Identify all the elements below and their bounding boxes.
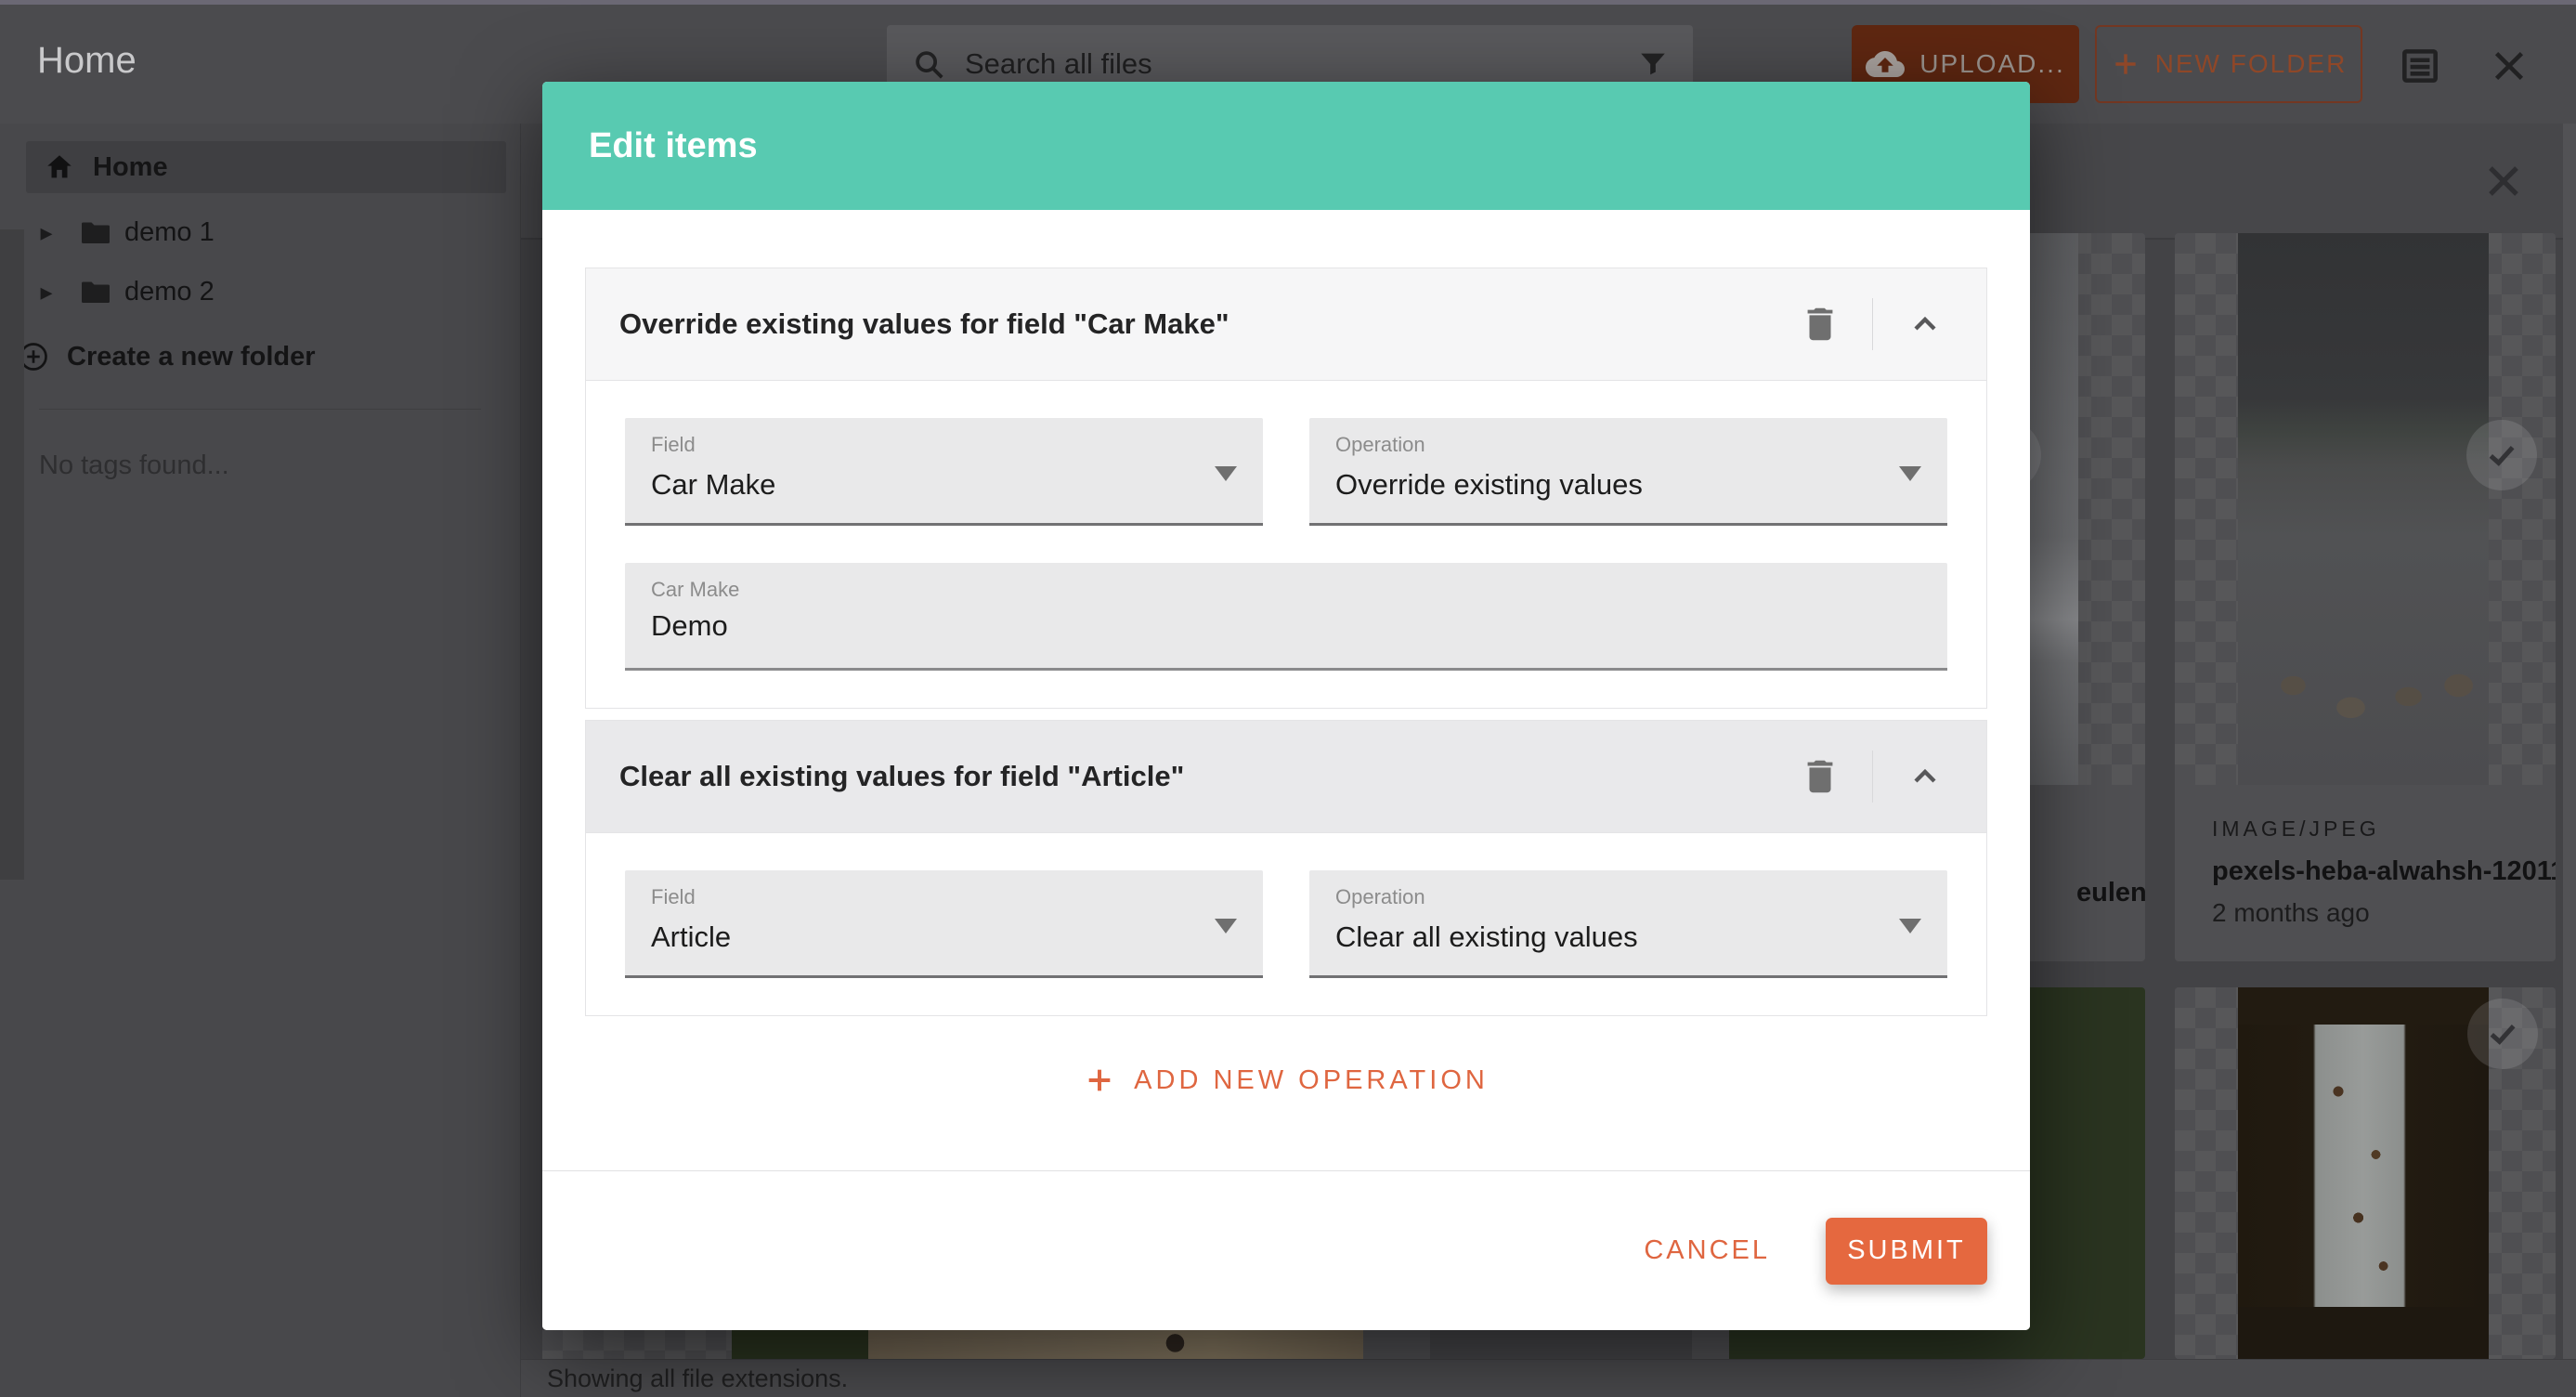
thumbnail-sliver: [1729, 1330, 2030, 1359]
check-badge[interactable]: [2466, 420, 2537, 490]
file-name: pexels-heba-alwahsh-120119...: [2212, 856, 2518, 887]
add-operation-button[interactable]: ADD NEW OPERATION: [1084, 1064, 1489, 1096]
file-type: IMAGE/JPEG: [2212, 816, 2518, 842]
sidebar-item-label: Home: [93, 152, 168, 183]
create-folder-button[interactable]: Create a new folder: [0, 331, 520, 383]
thumbnail-sliver: [542, 1330, 732, 1359]
select-label: Field: [651, 433, 1237, 457]
vertical-divider: [1872, 298, 1873, 350]
field-label: Car Make: [651, 578, 1921, 602]
thumbnail-sliver: [732, 1330, 868, 1359]
select-value: Override existing values: [1335, 468, 1921, 502]
select-label: Field: [651, 885, 1237, 909]
sidebar-divider: [39, 409, 481, 410]
upload-label: UPLOAD...: [1919, 49, 2064, 79]
dialog-header: Edit items: [542, 82, 2030, 210]
disclosure-triangle-icon[interactable]: ▸: [26, 218, 67, 247]
operation-card: Override existing values for field "Car …: [585, 268, 1987, 709]
operation-card: Clear all existing values for field "Art…: [585, 720, 1987, 1016]
sidebar-item-home[interactable]: Home: [26, 141, 506, 193]
caret-down-icon: [1215, 919, 1237, 934]
file-card[interactable]: [2175, 987, 2556, 1359]
list-view-button[interactable]: [2392, 38, 2448, 94]
edit-items-dialog: Edit items Override existing values for …: [542, 82, 2030, 1330]
status-bar: Showing all file extensions.: [521, 1359, 2576, 1397]
search-input[interactable]: [965, 47, 1619, 81]
operation-title: Override existing values for field "Car …: [619, 307, 1792, 341]
sidebar: Home ▸ demo 1 ▸ demo 2: [0, 124, 521, 1397]
operation-card-header[interactable]: Clear all existing values for field "Art…: [585, 720, 1987, 833]
add-operation-label: ADD NEW OPERATION: [1134, 1065, 1489, 1096]
home-icon: [26, 151, 93, 183]
value-input[interactable]: [651, 609, 1921, 643]
list-view-icon: [2397, 43, 2443, 89]
select-label: Operation: [1335, 433, 1921, 457]
new-folder-label: NEW FOLDER: [2155, 49, 2348, 79]
collapse-operation-button[interactable]: [1897, 296, 1953, 352]
close-icon: [2488, 45, 2530, 87]
app-window: Home UPLOAD...: [0, 0, 2576, 1397]
status-text: Showing all file extensions.: [547, 1364, 848, 1392]
select-label: Operation: [1335, 885, 1921, 909]
submit-button[interactable]: SUBMIT: [1826, 1218, 1987, 1285]
file-modified: 2 months ago: [2212, 898, 2518, 928]
folder-icon: [67, 275, 124, 308]
caret-down-icon: [1899, 919, 1921, 934]
page-title: Home: [37, 40, 137, 82]
butterfly-photo-thumbnail: [2238, 987, 2489, 1359]
thumbnail-sliver: [1430, 1330, 1692, 1359]
operation-title: Clear all existing values for field "Art…: [619, 760, 1792, 793]
disclosure-triangle-icon[interactable]: ▸: [26, 278, 67, 307]
select-value: Clear all existing values: [1335, 920, 1921, 954]
tags-empty-text: No tags found...: [39, 450, 229, 481]
operation-select[interactable]: Operation Clear all existing values: [1309, 870, 1947, 978]
tree-item-label: demo 1: [124, 217, 215, 248]
close-browser-button[interactable]: [2481, 38, 2537, 94]
value-field[interactable]: Car Make: [625, 563, 1947, 671]
cancel-button[interactable]: CANCEL: [1644, 1235, 1770, 1266]
plus-icon: [1084, 1064, 1115, 1096]
operation-card-header[interactable]: Override existing values for field "Car …: [585, 268, 1987, 381]
delete-operation-button[interactable]: [1792, 749, 1848, 804]
file-caption: IMAGE/JPEG pexels-heba-alwahsh-120119...…: [2175, 785, 2556, 928]
operation-select[interactable]: Operation Override existing values: [1309, 418, 1947, 526]
folder-icon: [67, 215, 124, 249]
select-value: Article: [651, 920, 1237, 954]
geese-photo-thumbnail: [2238, 233, 2489, 785]
file-thumbnail: [2175, 987, 2556, 1359]
thumbnail-sliver: [868, 1330, 1363, 1359]
filter-icon[interactable]: [1637, 48, 1669, 80]
collapse-operation-button[interactable]: [1897, 749, 1953, 804]
operation-card-body: Field Car Make Operation Override existi…: [585, 381, 1987, 709]
tree-item-demo-1[interactable]: ▸ demo 1: [0, 206, 520, 258]
dialog-body: Override existing values for field "Car …: [542, 210, 2030, 1170]
tree-item-demo-2[interactable]: ▸ demo 2: [0, 266, 520, 318]
close-icon: [2481, 159, 2526, 203]
dialog-title: Edit items: [589, 126, 758, 166]
caret-down-icon: [1899, 466, 1921, 481]
vertical-divider: [1872, 751, 1873, 803]
new-folder-button[interactable]: NEW FOLDER: [2095, 25, 2362, 103]
tree-item-label: demo 2: [124, 277, 215, 307]
thumbnail-sliver: [1692, 1330, 1729, 1359]
left-edge-shade: [0, 229, 24, 880]
caret-down-icon: [1215, 466, 1237, 481]
check-badge[interactable]: [2467, 999, 2538, 1069]
thumbnail-sliver: [1363, 1330, 1430, 1359]
file-thumbnail: [2175, 233, 2556, 785]
field-select[interactable]: Field Car Make: [625, 418, 1263, 526]
selection-close-button[interactable]: [2476, 153, 2531, 209]
operation-card-body: Field Article Operation Clear all existi…: [585, 833, 1987, 1016]
cloud-upload-icon: [1866, 45, 1905, 84]
field-select[interactable]: Field Article: [625, 870, 1263, 978]
plus-icon: [2111, 49, 2140, 79]
dialog-footer: CANCEL SUBMIT: [542, 1170, 2030, 1330]
delete-operation-button[interactable]: [1792, 296, 1848, 352]
create-folder-label: Create a new folder: [67, 342, 316, 372]
scrollbar-track[interactable]: [2563, 124, 2576, 1359]
select-value: Car Make: [651, 468, 1237, 502]
file-card[interactable]: IMAGE/JPEG pexels-heba-alwahsh-120119...…: [2175, 233, 2556, 961]
search-icon: [911, 46, 946, 82]
